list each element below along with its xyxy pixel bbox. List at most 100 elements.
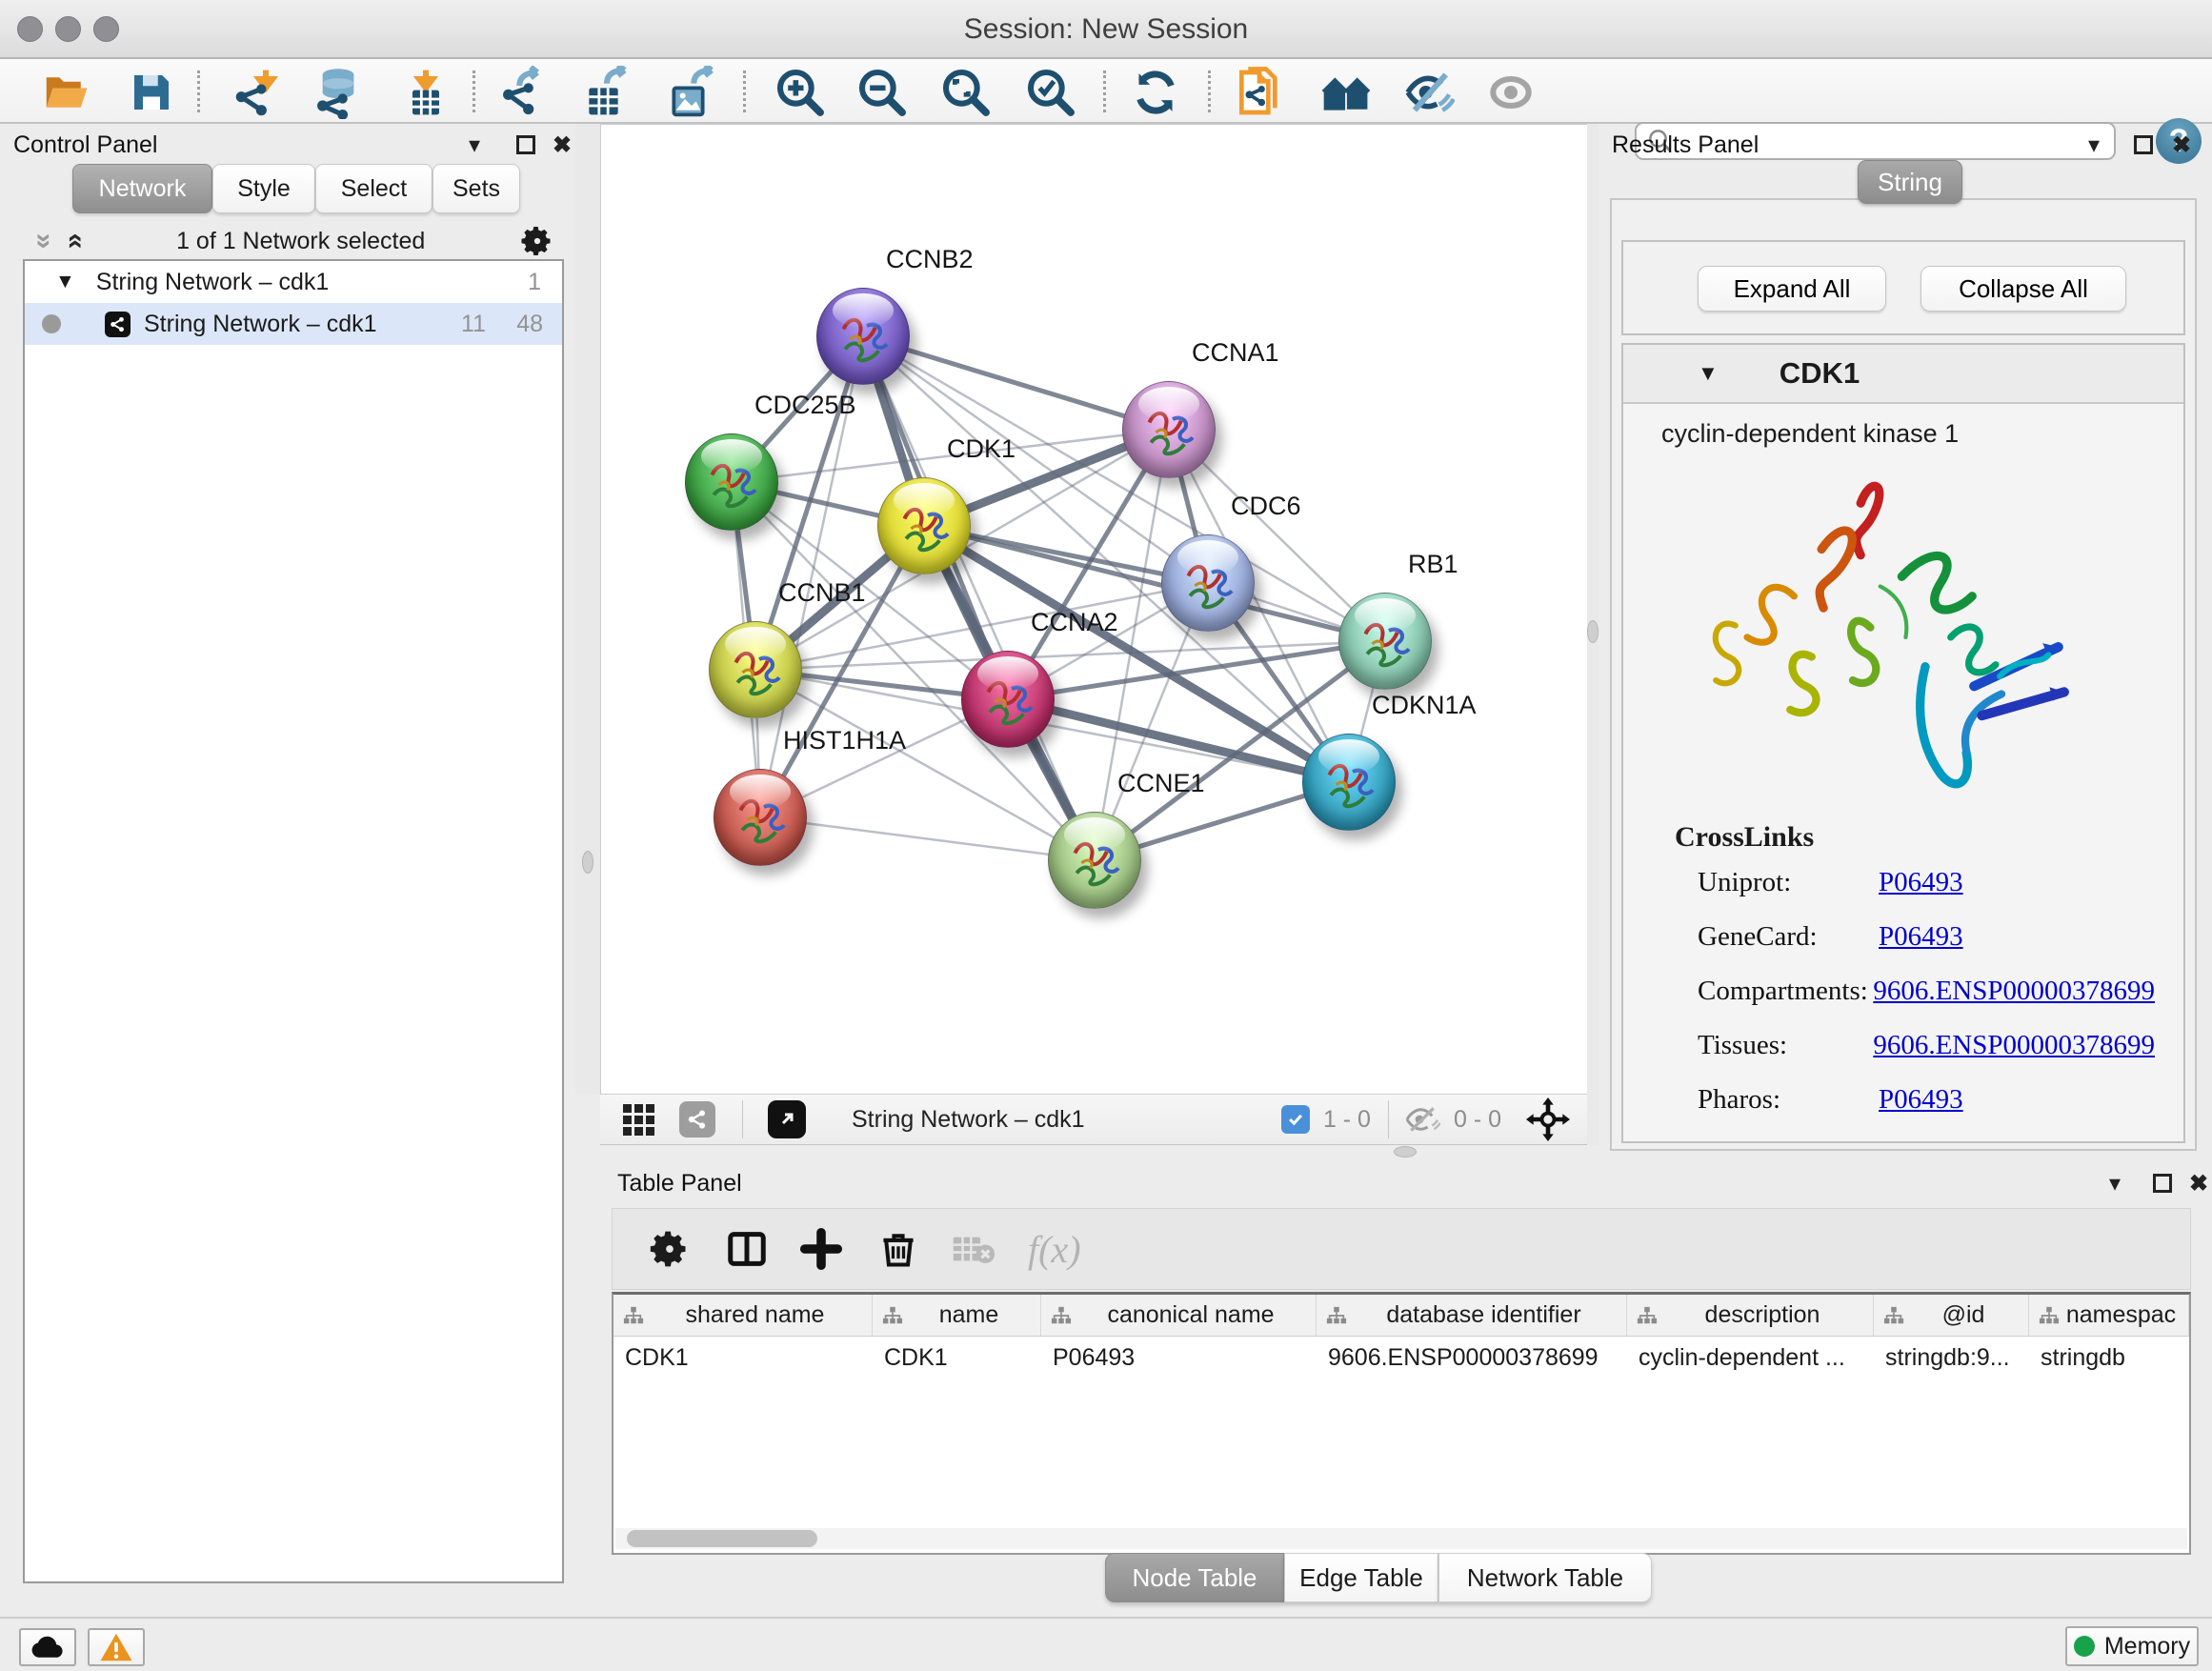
network-canvas[interactable]: CCNB2CCNA1CDC25BCDK1CDC6RB1CCNB1CCNA2CDK… [600,124,1587,1094]
open-session-icon[interactable] [38,65,93,120]
warning-status-button[interactable] [88,1628,145,1666]
crosslink-value-link[interactable]: P06493 [1879,867,1963,898]
network-node-ccna1[interactable] [1122,381,1216,478]
show-columns-icon[interactable] [725,1227,769,1271]
gene-section-header[interactable]: ▼ CDK1 [1623,345,2183,404]
export-table-icon[interactable] [579,65,634,120]
right-splitter-handle[interactable] [1587,620,1599,643]
collapse-all-networks-icon[interactable]: » [59,233,88,250]
table-cell[interactable]: 9606.ENSP00000378699 [1317,1337,1627,1379]
table-horizontal-scrollbar[interactable] [615,1528,2187,1549]
table-tab-node-table[interactable]: Node Table [1105,1553,1284,1602]
import-table-from-file-icon[interactable] [398,65,453,120]
scrollbar-thumb[interactable] [627,1530,817,1547]
show-all-icon[interactable] [1483,65,1538,120]
left-splitter[interactable] [575,124,600,1094]
network-node-ccnb2[interactable] [816,288,910,385]
bottom-splitter-handle[interactable] [1394,1146,1417,1158]
network-node-hist1h1a[interactable] [714,769,807,866]
cloud-icon [29,1633,67,1661]
collapse-all-button[interactable]: Collapse All [1920,266,2126,312]
table-cell[interactable]: CDK1 [873,1337,1041,1379]
open-in-new-window-icon[interactable] [768,1100,806,1138]
results-panel-menu-icon[interactable]: ▾ [2088,131,2100,159]
column-header-namespac[interactable]: namespac [2029,1295,2189,1336]
control-panel-close-icon[interactable]: ✖ [553,131,572,159]
table-cell[interactable]: P06493 [1041,1337,1317,1379]
crosslink-value-link[interactable]: 9606.ENSP00000378699 [1873,1030,2155,1061]
results-panel-close-icon[interactable]: ✖ [2172,131,2191,159]
column-header--id[interactable]: @id [1874,1295,2029,1336]
export-image-icon[interactable] [664,65,719,120]
column-header-database-identifier[interactable]: database identifier [1317,1295,1627,1336]
table-cell[interactable]: stringdb [2029,1337,2189,1379]
gene-collapse-icon[interactable]: ▼ [1698,361,1719,386]
table-tab-edge-table[interactable]: Edge Table [1284,1553,1438,1602]
network-node-ccnb1[interactable] [709,621,802,718]
table-options-gear-icon[interactable] [649,1228,691,1270]
node-label-cdkn1a: CDKN1A [1372,691,1477,720]
memory-button[interactable]: Memory [2065,1626,2199,1666]
create-column-plus-icon[interactable] [799,1227,843,1271]
network-node-rb1[interactable] [1338,593,1432,690]
table-tab-network-table[interactable]: Network Table [1438,1553,1652,1602]
expand-all-networks-icon[interactable]: » [30,233,58,250]
network-node-cdk1[interactable] [877,477,971,574]
table-row[interactable]: CDK1CDK1P064939606.ENSP00000378699cyclin… [613,1337,2189,1379]
window-title: Session: New Session [0,13,2212,46]
network-collection-row[interactable]: ▼ String Network – cdk1 1 [25,261,562,303]
zoom-selected-icon[interactable] [1023,65,1078,120]
table-panel-close-icon[interactable]: ✖ [2189,1170,2208,1198]
share-view-icon[interactable] [679,1101,715,1137]
table-panel-float-icon[interactable] [2153,1174,2172,1193]
table-cell[interactable]: cyclin-dependent ... [1627,1337,1874,1379]
save-session-icon[interactable] [124,65,179,120]
hide-selected-icon[interactable] [1400,65,1456,120]
crosslink-value-link[interactable]: P06493 [1879,921,1963,953]
network-node-cdc6[interactable] [1161,534,1255,632]
first-neighbors-icon[interactable] [1318,65,1374,120]
network-options-gear-icon[interactable] [520,224,554,258]
control-panel-float-icon[interactable] [516,135,535,154]
tree-expander-icon[interactable]: ▼ [55,271,75,293]
new-network-from-selection-icon[interactable] [1232,65,1287,120]
column-header-description[interactable]: description [1627,1295,1874,1336]
network-node-ccna2[interactable] [961,651,1055,748]
control-tab-style[interactable]: Style [212,164,315,213]
zoom-in-icon[interactable] [773,65,828,120]
left-splitter-handle[interactable] [582,851,593,874]
delete-column-trash-icon[interactable] [877,1228,919,1270]
results-tab-string[interactable]: String [1858,160,1962,204]
control-panel-menu-icon[interactable]: ▾ [469,131,480,159]
crosslink-value-link[interactable]: 9606.ENSP00000378699 [1873,976,2155,1007]
results-panel-float-icon[interactable] [2134,135,2153,154]
node-label-cdc6: CDC6 [1231,492,1301,521]
expand-all-button[interactable]: Expand All [1698,266,1886,312]
selected-checkbox-icon[interactable] [1281,1105,1310,1134]
network-node-cdkn1a[interactable] [1302,734,1396,831]
crosslink-value-link[interactable]: P06493 [1879,1084,1963,1116]
network-row[interactable]: String Network – cdk1 11 48 [25,303,562,345]
import-network-from-file-icon[interactable] [231,65,287,120]
grid-view-icon[interactable] [623,1104,654,1136]
table-cell[interactable]: stringdb:9... [1874,1337,2029,1379]
column-header-canonical-name[interactable]: canonical name [1041,1295,1317,1336]
network-node-ccne1[interactable] [1048,812,1141,909]
column-header-shared-name[interactable]: shared name [613,1295,873,1336]
control-tab-sets[interactable]: Sets [432,164,520,213]
zoom-fit-icon[interactable] [938,65,994,120]
birdseye-navigator-icon[interactable] [1526,1097,1570,1141]
network-node-cdc25b[interactable] [685,433,778,531]
export-network-icon[interactable] [496,65,552,120]
column-header-name[interactable]: name [873,1295,1041,1336]
protein-structure-image [1671,459,2109,821]
control-tab-network[interactable]: Network [72,164,212,213]
hidden-items-eye-slash-icon[interactable] [1404,1105,1440,1134]
cloud-status-button[interactable] [19,1628,76,1666]
control-tab-select[interactable]: Select [315,164,432,213]
import-network-from-database-icon[interactable] [311,65,366,120]
table-panel-menu-icon[interactable]: ▾ [2109,1170,2121,1198]
table-cell[interactable]: CDK1 [613,1337,873,1379]
zoom-out-icon[interactable] [855,65,910,120]
apply-preferred-layout-icon[interactable] [1128,65,1183,120]
